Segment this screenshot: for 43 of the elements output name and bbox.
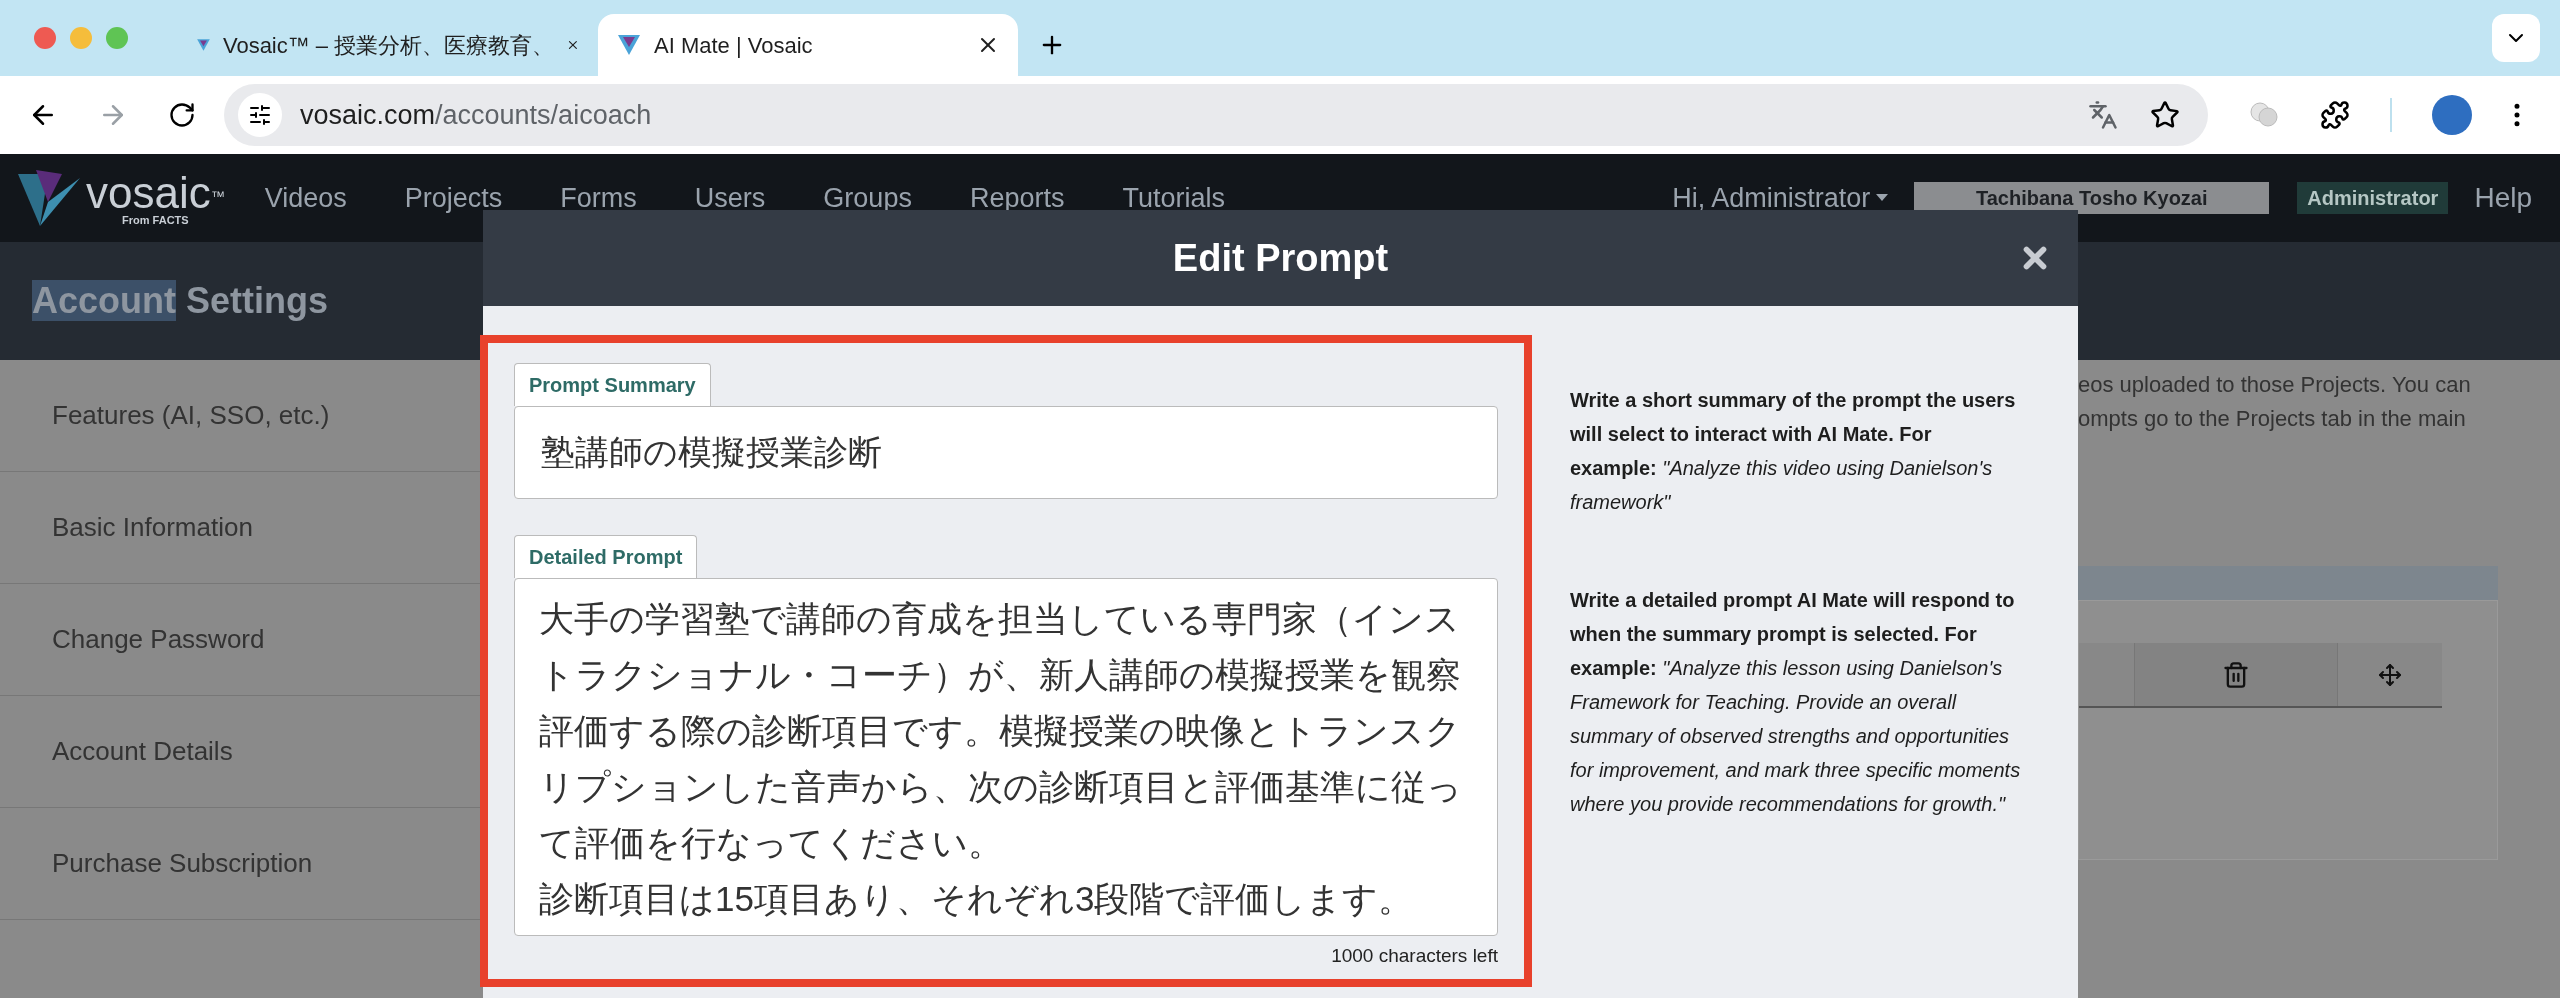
dialog-title: Edit Prompt	[1172, 235, 1389, 281]
sidebar-item[interactable]: Features (AI, SSO, etc.)	[0, 360, 480, 472]
prompt-paragraph: 大手の学習塾で講師の育成を担当している専門家（インストラクショナル・コーチ）が、新人講師の模擬授業を観察評価する際の診断項目です。模擬授業の映像とトランスクリプションした音声から、次の診断項目と評価基準に従って評価を行なってください。	[539, 598, 1463, 864]
help-text: Write a detailed prompt AI Mate will respond to when the summary prompt is selected. For example: "Analyze this lesson using Danielson's Framework for Teaching. Provide an overall summary of observed strengths and opportunities for improvement, and mark three specific moments where you provide recommendations for growth."	[1570, 588, 2022, 817]
translate-icon[interactable]	[2088, 100, 2118, 130]
url-text: vosaic.com/accounts/aicoach	[300, 98, 652, 132]
trash-icon	[2222, 660, 2250, 689]
sidebar-item[interactable]: Basic Information	[0, 472, 480, 584]
field-label: Prompt Summary	[514, 363, 711, 406]
extensions-icon[interactable]	[2320, 100, 2350, 130]
sidebar-item[interactable]: Account Details	[0, 696, 480, 808]
tab-title: AI Mate | Vosaic	[654, 31, 814, 60]
reload-icon[interactable]	[168, 101, 196, 129]
tab-title: Vosaic™ – 授業分析、医療教育、	[222, 31, 555, 60]
logo-mark-icon	[18, 168, 80, 228]
intro-text-line: eos uploaded to those Projects. You can	[2078, 371, 2472, 399]
role-badge: Administrator	[2297, 182, 2449, 214]
user-menu[interactable]: Hi, Administrator	[1672, 177, 1889, 219]
nav-link[interactable]: Videos	[264, 177, 347, 219]
field-label: Detailed Prompt	[514, 535, 698, 578]
nav-link[interactable]: Projects	[404, 177, 503, 219]
account-name[interactable]: Tachibana Tosho Kyozai	[1914, 182, 2270, 214]
sidebar-item[interactable]: Change Password	[0, 584, 480, 696]
site-info-icon[interactable]	[248, 103, 272, 127]
browser-tab[interactable]: AI Mate | Vosaic	[598, 14, 1018, 76]
help-text: Write a short summary of the prompt the users will select to interact with AI Mate. For example: "Analyze this video using Danielson's framework"	[1570, 388, 2017, 515]
prompt-paragraph: 診断項目は15項目あり、それぞれ3段階で評価します。	[539, 878, 1415, 920]
intro-text-line: ompts go to the Projects tab in the main	[2078, 405, 2467, 433]
brand-name: vosaic$^{™}$	[86, 170, 225, 215]
move-button[interactable]	[2337, 643, 2442, 706]
brand-tagline: From FACTS	[122, 214, 189, 226]
sidebar-item[interactable]: Purchase Subscription	[0, 808, 480, 920]
move-icon	[2378, 662, 2402, 687]
detailed-prompt-field[interactable]: 大手の学習塾で講師の育成を担当している専門家（インストラクショナル・コーチ）が、新人講師の模擬授業を観察評価する際の診断項目です。模擬授業の映像とトランスクリプションした音声から、次の診断項目と評価基準に従って評価を行なってください。 診断項目は15項目あり、それぞれ3段階で評価します。	[514, 578, 1498, 936]
summary-field[interactable]: 塾講師の模擬授業診断	[514, 406, 1498, 499]
profile-avatar[interactable]	[2432, 95, 2472, 135]
address-bar[interactable]: vosaic.com/accounts/aicoach	[224, 84, 2208, 146]
character-counter: 1000 characters left	[1331, 944, 1498, 968]
browser-tab[interactable]: Vosaic™ – 授業分析、医療教育、	[178, 14, 598, 76]
help-link[interactable]: Help	[2474, 177, 2532, 219]
bookmark-star-icon[interactable]	[2150, 100, 2180, 130]
page-title: Account Settings	[32, 279, 329, 323]
caret-icon	[1876, 194, 1889, 202]
